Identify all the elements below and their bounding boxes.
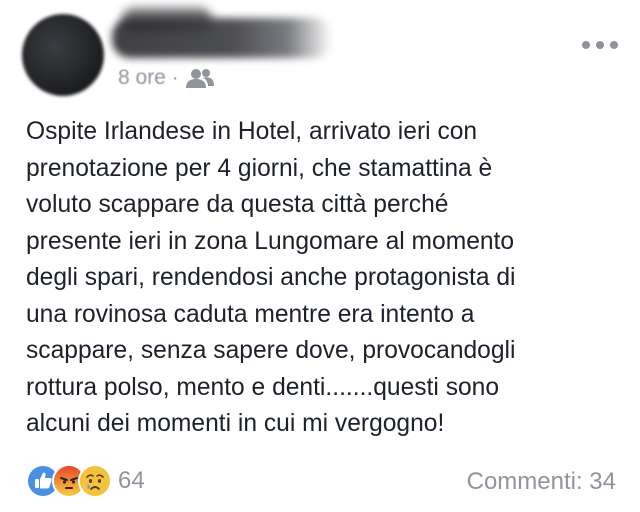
- post-text-line: Ospite Irlandese in Hotel, arrivato ieri…: [26, 118, 478, 145]
- post-text-line: una rovinosa caduta mentre era intento a: [26, 300, 475, 328]
- reactions-summary[interactable]: 64: [26, 464, 145, 498]
- more-dot-icon: [596, 41, 604, 49]
- meta-separator: ·: [171, 66, 179, 89]
- friends-icon[interactable]: [185, 67, 215, 89]
- more-options-icon[interactable]: [582, 38, 618, 52]
- post-text-line: rottura polso, mento e denti.......quest…: [26, 373, 500, 401]
- post-footer: 64 Commenti: 34: [0, 458, 640, 506]
- reaction-count[interactable]: 64: [118, 467, 145, 495]
- timestamp[interactable]: 8 ore: [118, 66, 166, 90]
- more-dot-icon: [582, 41, 590, 49]
- comments-count-link[interactable]: Commenti: 34: [467, 468, 616, 496]
- post-body: Ospite Irlandese in Hotel, arrivato ieri…: [26, 114, 626, 443]
- more-dot-icon: [610, 41, 618, 49]
- post-text-line: presente ieri in zona Lungomare al momen…: [26, 227, 515, 255]
- post-text-line: scappare, senza sapere dove, provocandog…: [26, 337, 516, 364]
- avatar[interactable]: [22, 14, 104, 96]
- post-text-line: voluto scappare da questa città perché: [26, 191, 449, 218]
- post-text-line: prenotazione per 4 giorni, che stamattin…: [26, 154, 493, 182]
- sad-icon[interactable]: [78, 464, 112, 498]
- author-name[interactable]: [112, 18, 332, 58]
- post-meta: 8 ore ·: [118, 66, 215, 90]
- post-text-line: alcuni dei momenti in cui mi vergogno!: [26, 410, 445, 437]
- post-text-line: degli spari, rendendosi anche protagonis…: [26, 264, 516, 291]
- post-header: 8 ore ·: [0, 0, 640, 108]
